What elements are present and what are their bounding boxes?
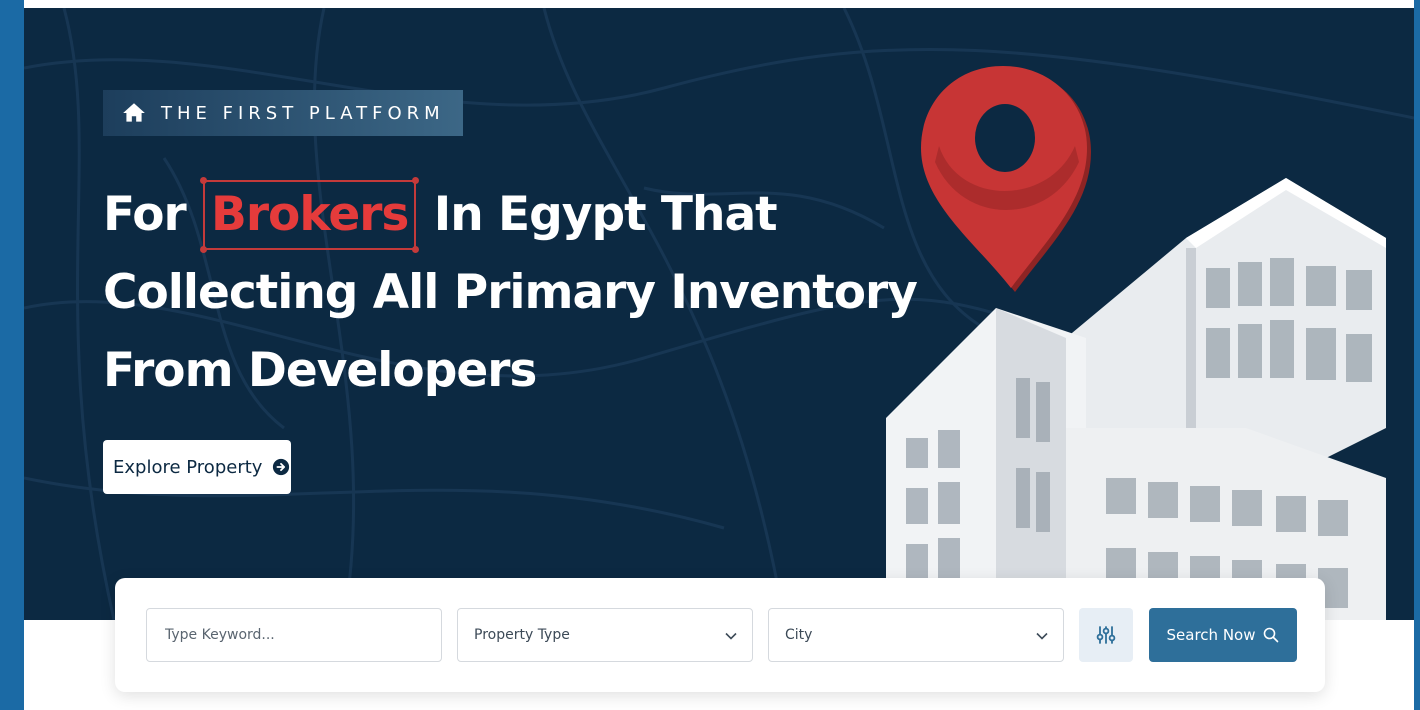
filter-button[interactable]	[1079, 608, 1133, 662]
property-type-label: Property Type	[474, 627, 570, 643]
platform-tag: THE FIRST PLATFORM	[103, 90, 463, 136]
platform-tag-label: THE FIRST PLATFORM	[161, 102, 445, 124]
selection-handle	[200, 246, 208, 253]
sliders-icon	[1096, 626, 1116, 644]
chevron-down-icon	[725, 632, 737, 640]
search-now-button[interactable]: Search Now	[1149, 608, 1297, 662]
location-pin-icon	[921, 66, 1091, 292]
home-icon	[123, 103, 145, 122]
property-type-select[interactable]: Property Type	[457, 608, 753, 662]
explore-property-button[interactable]: Explore Property	[103, 440, 291, 494]
page: THE FIRST PLATFORM For Brokers In Egypt …	[24, 0, 1414, 710]
hero-headline: For Brokers In Egypt That Collecting All…	[103, 176, 923, 410]
hero-section: THE FIRST PLATFORM For Brokers In Egypt …	[24, 8, 1414, 620]
city-select[interactable]: City	[768, 608, 1064, 662]
search-panel: Property Type City Search Now	[115, 578, 1325, 692]
selection-handle	[200, 177, 208, 184]
selection-handle	[412, 177, 420, 184]
keyword-field[interactable]	[146, 608, 442, 662]
explore-property-label: Explore Property	[113, 456, 263, 478]
headline-line-2: Collecting All Primary Inventory	[103, 265, 918, 320]
headline-highlight: Brokers	[200, 177, 420, 253]
headline-line-3: From Developers	[103, 343, 537, 398]
keyword-input[interactable]	[163, 626, 427, 644]
headline-highlight-text: Brokers	[211, 187, 409, 242]
headline-suffix: In Egypt That	[433, 187, 778, 242]
selection-handle	[412, 246, 420, 253]
headline-line-1: For Brokers In Egypt That	[103, 176, 923, 254]
search-icon	[1264, 627, 1279, 643]
headline-prefix: For	[103, 187, 187, 242]
city-label: City	[785, 627, 813, 643]
arrow-right-circle-icon	[273, 458, 290, 476]
search-now-label: Search Now	[1166, 626, 1256, 644]
chevron-down-icon	[1036, 632, 1048, 640]
